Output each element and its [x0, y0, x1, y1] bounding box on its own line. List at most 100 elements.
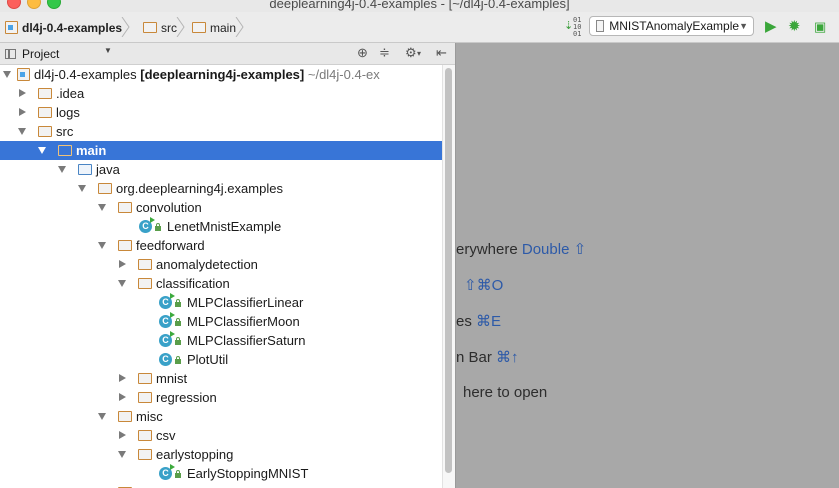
java-class-icon: C [159, 312, 175, 328]
expand-arrow-icon[interactable] [119, 393, 126, 401]
expand-arrow-icon[interactable] [38, 147, 46, 154]
package-icon [138, 449, 152, 460]
tree-item-anomalydetection[interactable]: anomalydetection [0, 255, 442, 274]
navigation-bar: dl4j-0.4-examples src main ⇣ 01 10 01 MNIS… [0, 13, 839, 43]
make-project-icon[interactable]: ⇣ [564, 18, 573, 35]
expand-arrow-icon[interactable] [58, 166, 66, 173]
folder-icon [38, 107, 52, 118]
lock-icon [175, 318, 181, 326]
expand-arrow-icon[interactable] [18, 128, 26, 135]
hint-go-to-file: ⇧⌘O [464, 277, 504, 294]
expand-arrow-icon[interactable] [119, 431, 126, 439]
run-with-coverage-icon[interactable]: ▣ [814, 18, 826, 35]
run-icon[interactable]: ▶ [765, 18, 777, 35]
expand-arrow-icon[interactable] [98, 242, 106, 249]
tree-item-project-root[interactable]: dl4j-0.4-examples [deeplearning4j-exampl… [0, 65, 442, 84]
hint-search-everywhere: erywhere Double ⇧ [456, 241, 587, 258]
package-icon [118, 411, 132, 422]
editor-area: erywhere Double ⇧ ⇧⌘O es ⌘E n Bar ⌘↑ her… [455, 43, 839, 488]
debug-icon[interactable]: ✹ [788, 18, 801, 35]
lock-icon [155, 223, 161, 231]
tree-item-lenetmnistexample[interactable]: C LenetMnistExample [0, 217, 442, 236]
tree-item-regression[interactable]: regression [0, 388, 442, 407]
tree-item-csv[interactable]: csv [0, 426, 442, 445]
lock-icon [175, 470, 181, 478]
expand-arrow-icon[interactable] [118, 280, 126, 287]
expand-arrow-icon[interactable] [19, 108, 26, 116]
java-class-icon: C [159, 353, 172, 366]
java-class-icon: C [159, 293, 175, 309]
project-view-icon [5, 48, 16, 59]
package-icon [118, 240, 132, 251]
package-icon [138, 259, 152, 270]
project-view-select[interactable]: Project [22, 47, 59, 61]
collapse-all-icon[interactable]: ≑ [379, 45, 390, 61]
hide-panel-icon[interactable]: ⇤ [436, 45, 447, 61]
project-tree: dl4j-0.4-examples [deeplearning4j-exampl… [0, 65, 442, 488]
expand-arrow-icon[interactable] [98, 413, 106, 420]
expand-arrow-icon[interactable] [78, 185, 86, 192]
scroll-from-source-icon[interactable]: ⊕ [357, 45, 368, 61]
tree-item-src[interactable]: src [0, 122, 442, 141]
tree-item-idea[interactable]: .idea [0, 84, 442, 103]
lock-icon [175, 356, 181, 364]
hint-recent-files: es ⌘E [456, 313, 502, 330]
breadcrumb-src[interactable]: src [143, 17, 185, 37]
breadcrumb-separator-icon [235, 17, 244, 37]
hint-navigation-bar: n Bar ⌘↑ [456, 349, 519, 366]
java-class-icon: C [159, 331, 175, 347]
breadcrumb-separator-icon [121, 17, 130, 37]
tree-item-main[interactable]: main [0, 141, 442, 160]
package-icon [98, 183, 112, 194]
package-icon [138, 392, 152, 403]
chevron-down-icon[interactable]: ▼ [104, 46, 112, 55]
breadcrumb-project[interactable]: dl4j-0.4-examples [5, 17, 130, 37]
package-icon [138, 430, 152, 441]
tree-item-partial[interactable] [0, 483, 442, 488]
scrollbar-thumb[interactable] [445, 68, 452, 473]
expand-arrow-icon[interactable] [119, 374, 126, 382]
chevron-down-icon[interactable]: ▾ [417, 49, 421, 58]
expand-arrow-icon[interactable] [19, 89, 26, 97]
gear-icon[interactable]: ⚙ [405, 45, 417, 61]
tree-item-mnist[interactable]: mnist [0, 369, 442, 388]
folder-icon [38, 88, 52, 99]
tree-item-feedforward[interactable]: feedforward [0, 236, 442, 255]
tree-item-plotutil[interactable]: C PlotUtil [0, 350, 442, 369]
package-icon [118, 202, 132, 213]
run-configuration-select[interactable]: MNISTAnomalyExample ▼ [589, 16, 754, 36]
expand-arrow-icon[interactable] [119, 260, 126, 268]
configuration-icon [596, 20, 605, 32]
tree-item-mlpclassifiersaturn[interactable]: C MLPClassifierSaturn [0, 331, 442, 350]
java-class-icon: C [139, 217, 155, 233]
hint-drop-files: here to open [463, 384, 548, 401]
tree-item-earlystopping[interactable]: earlystopping [0, 445, 442, 464]
project-folder-icon [17, 68, 30, 81]
package-icon [138, 373, 152, 384]
tree-item-misc[interactable]: misc [0, 407, 442, 426]
tree-item-package-examples[interactable]: org.deeplearning4j.examples [0, 179, 442, 198]
package-icon [138, 278, 152, 289]
breadcrumb-separator-icon [176, 17, 185, 37]
tree-scrollbar[interactable] [442, 65, 455, 488]
lock-icon [175, 337, 181, 345]
expand-arrow-icon[interactable] [118, 451, 126, 458]
folder-icon [143, 22, 157, 33]
project-panel-header: Project ▼ ⊕ ≑ ⚙ ▾ ⇤ [0, 43, 455, 65]
tree-item-earlystoppingmnist[interactable]: C EarlyStoppingMNIST [0, 464, 442, 483]
expand-arrow-icon[interactable] [3, 71, 11, 78]
expand-arrow-icon[interactable] [98, 204, 106, 211]
tree-item-mlpclassifierlinear[interactable]: C MLPClassifierLinear [0, 293, 442, 312]
title-bar: deeplearning4j-0.4-examples - [~/dl4j-0.… [0, 0, 839, 12]
folder-icon [58, 145, 72, 156]
tree-item-convolution[interactable]: convolution [0, 198, 442, 217]
tree-item-logs[interactable]: logs [0, 103, 442, 122]
project-folder-icon [5, 21, 18, 34]
tree-item-java[interactable]: java [0, 160, 442, 179]
folder-icon [38, 126, 52, 137]
folder-icon [192, 22, 206, 33]
tree-item-mlpclassifiermoon[interactable]: C MLPClassifierMoon [0, 312, 442, 331]
java-class-icon: C [159, 464, 175, 480]
breadcrumb-main[interactable]: main [192, 17, 244, 37]
tree-item-classification[interactable]: classification [0, 274, 442, 293]
